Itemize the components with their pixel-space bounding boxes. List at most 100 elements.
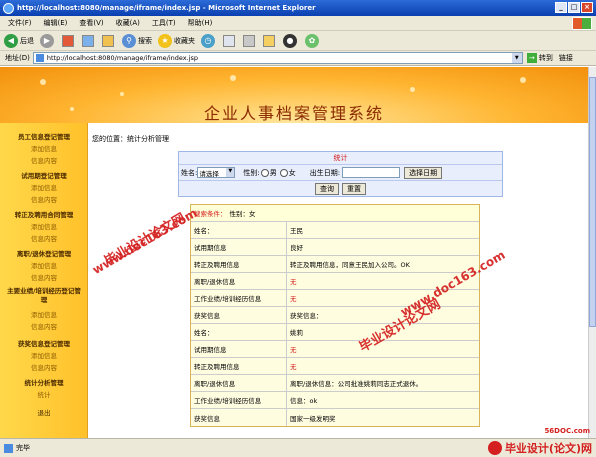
print-button[interactable] bbox=[243, 34, 257, 47]
result-row-label: 试用期信息 bbox=[191, 239, 287, 255]
system-title: 企业人事档案管理系统 bbox=[203, 104, 384, 123]
menu-help[interactable]: 帮助(H) bbox=[188, 18, 213, 28]
gender-male-radio[interactable] bbox=[260, 168, 269, 177]
extra-tool-button[interactable]: ✿ bbox=[305, 33, 321, 48]
sidebar-item-performance-list[interactable]: 信息内容 bbox=[0, 321, 88, 331]
result-row-label: 转正及聘用信息 bbox=[191, 256, 287, 272]
gender-male-label: 男 bbox=[269, 168, 277, 177]
sidebar-item-awards-list[interactable]: 信息内容 bbox=[0, 362, 88, 372]
sidebar-group-probation[interactable]: 试用期登记管理 bbox=[0, 170, 88, 180]
menu-favorites[interactable]: 收藏(A) bbox=[116, 18, 140, 28]
name-select[interactable]: 请选择 ▼ bbox=[197, 167, 236, 178]
result-row-label: 转正及聘用信息 bbox=[191, 358, 287, 374]
result-row-label: 离职/退休信息 bbox=[191, 273, 287, 289]
refresh-button[interactable] bbox=[82, 34, 96, 47]
window-title: http://localhost:8080/manage/iframe/inde… bbox=[17, 4, 316, 12]
sidebar-item-employee-list[interactable]: 信息内容 bbox=[0, 155, 88, 165]
sidebar-item-logout[interactable]: 退出 bbox=[0, 407, 88, 417]
address-dropdown-icon[interactable]: ▼ bbox=[511, 53, 522, 63]
address-input[interactable]: http://localhost:8080/manage/iframe/inde… bbox=[32, 52, 523, 64]
home-icon bbox=[102, 34, 114, 47]
window-controls: _ □ × bbox=[555, 2, 593, 13]
search-button[interactable]: ⚲ 搜索 bbox=[122, 33, 152, 48]
stop-button[interactable] bbox=[62, 34, 76, 47]
sidebar-group-contract[interactable]: 转正及聘用合同管理 bbox=[0, 209, 88, 219]
page-content: 企业人事档案管理系统 员工信息登记管理 添加信息 信息内容 试用期登记管理 添加… bbox=[0, 67, 588, 438]
menu-tools[interactable]: 工具(T) bbox=[152, 18, 176, 28]
edit-button[interactable] bbox=[263, 34, 277, 47]
maximize-button[interactable]: □ bbox=[568, 2, 580, 13]
menu-edit[interactable]: 编辑(E) bbox=[44, 18, 68, 28]
query-button[interactable]: 查询 bbox=[315, 182, 339, 195]
page-icon bbox=[35, 54, 44, 62]
gender-female-label: 女 bbox=[288, 168, 296, 177]
sidebar-item-probation-list[interactable]: 信息内容 bbox=[0, 194, 88, 204]
search-icon: ⚲ bbox=[122, 33, 136, 48]
name-label: 姓名: bbox=[181, 168, 198, 177]
favorites-button[interactable]: ★ 收藏夹 bbox=[158, 33, 195, 48]
scroll-thumb[interactable] bbox=[589, 77, 596, 327]
search-title: 统计 bbox=[179, 152, 502, 165]
search-condition-row: 搜索条件： 性别：女 bbox=[191, 205, 479, 222]
result-row: 获奖信息 国家一级发明奖 bbox=[191, 409, 479, 426]
sidebar-item-statistics[interactable]: 统计 bbox=[0, 389, 88, 399]
brand-icon bbox=[487, 441, 502, 455]
menu-file[interactable]: 文件(F) bbox=[8, 18, 32, 28]
sidebar-item-retirement-add[interactable]: 添加信息 bbox=[0, 260, 88, 270]
minimize-button[interactable]: _ bbox=[555, 2, 567, 13]
go-label: 转到 bbox=[538, 54, 553, 62]
forward-button[interactable]: ▶ bbox=[40, 33, 56, 48]
links-button[interactable]: 链接 bbox=[559, 53, 573, 63]
window-title-bar: http://localhost:8080/manage/iframe/inde… bbox=[0, 0, 596, 16]
sidebar-item-contract-add[interactable]: 添加信息 bbox=[0, 221, 88, 231]
status-text: 完毕 bbox=[16, 444, 30, 452]
result-row-label: 试用期信息 bbox=[191, 341, 287, 357]
tool-icon: ✿ bbox=[305, 33, 319, 48]
result-row: 工作业绩/培训经历信息 信息：ok bbox=[191, 392, 479, 409]
result-row-value: 离职/退休信息：公司批准姚莉同志正式退休。 bbox=[290, 380, 423, 388]
gender-female-radio[interactable] bbox=[279, 168, 288, 177]
address-url: http://localhost:8080/manage/iframe/inde… bbox=[46, 54, 199, 62]
messenger-button[interactable]: ● bbox=[283, 33, 299, 48]
favorites-label: 收藏夹 bbox=[174, 36, 195, 45]
sidebar-item-probation-add[interactable]: 添加信息 bbox=[0, 182, 88, 192]
vertical-scrollbar[interactable] bbox=[588, 67, 596, 438]
select-date-button[interactable]: 选择日期 bbox=[404, 166, 443, 179]
sidebar-group-performance[interactable]: 主要业绩/培训经历登记管理 bbox=[0, 287, 88, 305]
sidebar-group-statistics[interactable]: 统计分析管理 bbox=[0, 377, 88, 387]
sidebar-group-awards[interactable]: 获奖信息登记管理 bbox=[0, 338, 88, 348]
back-button[interactable]: ◀ 后退 bbox=[4, 33, 34, 48]
mail-icon bbox=[223, 34, 235, 47]
birth-date-input[interactable] bbox=[342, 167, 401, 178]
result-table: 搜索条件： 性别：女 姓名： 王民 试用期信息 良好 转正及聘用信息 转正及聘用信息，同意… bbox=[190, 204, 480, 427]
home-button[interactable] bbox=[102, 34, 116, 47]
history-button[interactable]: ◷ bbox=[201, 33, 217, 48]
sidebar-item-performance-add[interactable]: 添加信息 bbox=[0, 309, 88, 319]
sidebar-item-employee-add[interactable]: 添加信息 bbox=[0, 143, 88, 153]
brand-text: 毕业设计(论文)网 bbox=[504, 442, 592, 455]
edit-icon bbox=[263, 34, 275, 47]
address-label: 地址(D) bbox=[5, 54, 30, 62]
sidebar-item-awards-add[interactable]: 添加信息 bbox=[0, 350, 88, 360]
name-select-value: 请选择 bbox=[199, 170, 219, 178]
banner: 企业人事档案管理系统 bbox=[0, 67, 588, 123]
mail-button[interactable] bbox=[223, 34, 237, 47]
toolbar: ◀ 后退 ▶ ⚲ 搜索 ★ 收藏夹 ◷ ● ✿ bbox=[0, 31, 596, 51]
sidebar-group-retirement[interactable]: 离职/退休登记管理 bbox=[0, 248, 88, 258]
address-bar: 地址(D) http://localhost:8080/manage/ifram… bbox=[0, 51, 596, 66]
result-row-value: 国家一级发明奖 bbox=[290, 414, 336, 423]
close-button[interactable]: × bbox=[581, 2, 593, 13]
stop-icon bbox=[62, 34, 74, 47]
go-button[interactable]: → 转到 bbox=[526, 53, 553, 63]
forward-arrow-icon: ▶ bbox=[40, 33, 54, 48]
result-row-label: 离职/退休信息 bbox=[191, 375, 287, 391]
reset-button[interactable]: 重置 bbox=[342, 182, 366, 195]
search-condition-value: 性别：女 bbox=[229, 210, 256, 218]
sidebar-item-contract-list[interactable]: 信息内容 bbox=[0, 233, 88, 243]
chevron-down-icon: ▼ bbox=[226, 168, 235, 177]
menu-view[interactable]: 查看(V) bbox=[79, 18, 103, 28]
result-row: 试用期信息无 bbox=[191, 341, 479, 358]
qq-icon: ● bbox=[283, 33, 297, 48]
sidebar-item-retirement-list[interactable]: 信息内容 bbox=[0, 272, 88, 282]
sidebar-group-employee[interactable]: 员工信息登记管理 bbox=[0, 131, 88, 141]
